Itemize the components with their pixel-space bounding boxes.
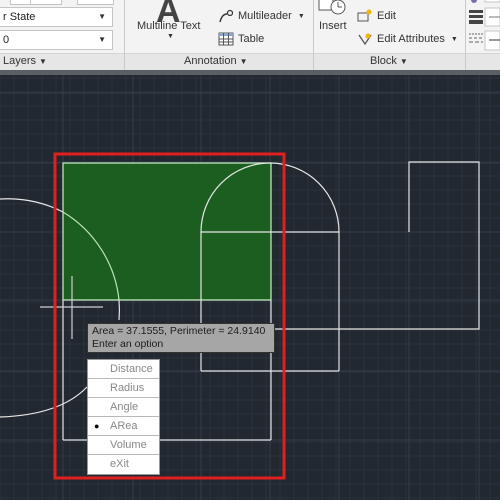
edit-block-icon <box>357 9 372 22</box>
layer-state-dropdown[interactable]: r State ▼ <box>0 7 113 27</box>
caret-down-icon: ▼ <box>450 35 458 43</box>
menu-item-angle[interactable]: Angle <box>88 398 159 417</box>
edit-block-button[interactable]: Edit <box>357 9 396 23</box>
prompt-text: Enter an option <box>92 338 164 350</box>
multiline-text-button[interactable]: Multiline Text <box>137 20 200 32</box>
table-label: Table <box>238 33 265 45</box>
menu-item-label: eXit <box>110 458 129 470</box>
panel-separator <box>465 0 466 70</box>
panel-label-bar <box>0 53 500 71</box>
multileader-label: Multileader <box>238 10 292 22</box>
caret-down-icon: ▼ <box>399 57 408 66</box>
edit-attributes-button[interactable]: Edit Attributes ▼ <box>357 32 458 46</box>
insert-button[interactable]: Insert <box>319 20 347 32</box>
edit-attributes-icon <box>358 33 372 46</box>
measure-tooltip: Area = 37.1555, Perimeter = 24.9140 Ente… <box>87 323 275 353</box>
color-icon <box>471 0 477 3</box>
menu-item-area[interactable]: ● ARea <box>88 417 159 436</box>
layer-state-value: r State <box>3 11 36 23</box>
menu-item-label: Radius <box>110 382 145 394</box>
edit-attributes-label: Edit Attributes <box>377 33 445 45</box>
layers-panel-title: Layers <box>3 55 37 67</box>
chevron-down-icon: ▼ <box>98 12 106 21</box>
caret-down-icon: ▼ <box>297 12 305 20</box>
layer-value: 0 <box>3 34 10 46</box>
caret-down-icon: ▼ <box>167 33 174 40</box>
menu-item-label: Volume <box>110 439 147 451</box>
menu-item-radius[interactable]: Radius <box>88 379 159 398</box>
panel-separator <box>124 0 125 70</box>
block-panel-label[interactable]: Block ▼ <box>370 55 408 67</box>
menu-item-volume[interactable]: Volume <box>88 436 159 455</box>
caret-down-icon: ▼ <box>39 57 47 66</box>
linetype-icon <box>469 33 483 43</box>
edit-label: Edit <box>377 10 396 22</box>
selected-bullet-icon: ● <box>94 421 100 431</box>
menu-item-label: ARea <box>110 420 138 432</box>
menu-item-exit[interactable]: eXit <box>88 455 159 474</box>
menu-item-label: Distance <box>110 363 153 375</box>
annotation-panel-label[interactable]: Annotation ▼ <box>184 55 248 67</box>
panel-separator <box>313 0 314 70</box>
chevron-down-icon: ▼ <box>98 35 106 44</box>
drawing-canvas[interactable] <box>0 75 500 500</box>
ribbon: r State ▼ 0 ▼ Layers ▼ A Multiline Text ▼… <box>0 0 500 71</box>
block-panel-title: Block <box>370 55 397 67</box>
annotation-panel-title: Annotation <box>184 55 237 67</box>
menu-item-label: Angle <box>110 401 139 413</box>
caret-down-icon: ▼ <box>239 57 248 66</box>
menu-item-distance[interactable]: Distance <box>88 360 159 379</box>
layer-dropdown[interactable]: 0 ▼ <box>0 30 113 50</box>
multileader-icon <box>219 9 234 23</box>
multileader-button[interactable]: Multileader ▼ <box>218 9 305 23</box>
circle-arc-bottom[interactable] <box>0 386 88 418</box>
table-button[interactable]: Table <box>218 32 264 46</box>
lineweight-icon <box>469 10 483 13</box>
properties-partial <box>469 0 500 51</box>
table-icon <box>218 32 234 46</box>
option-menu: Distance Radius Angle ● ARea Volume eXit <box>87 359 160 475</box>
insert-block-icon[interactable] <box>318 0 348 16</box>
measure-result: Area = 37.1555, Perimeter = 24.9140 <box>92 325 266 337</box>
layer-tool-button[interactable] <box>77 0 114 5</box>
layers-panel-label[interactable]: Layers ▼ <box>3 55 47 67</box>
layer-tool-button[interactable] <box>30 0 62 5</box>
